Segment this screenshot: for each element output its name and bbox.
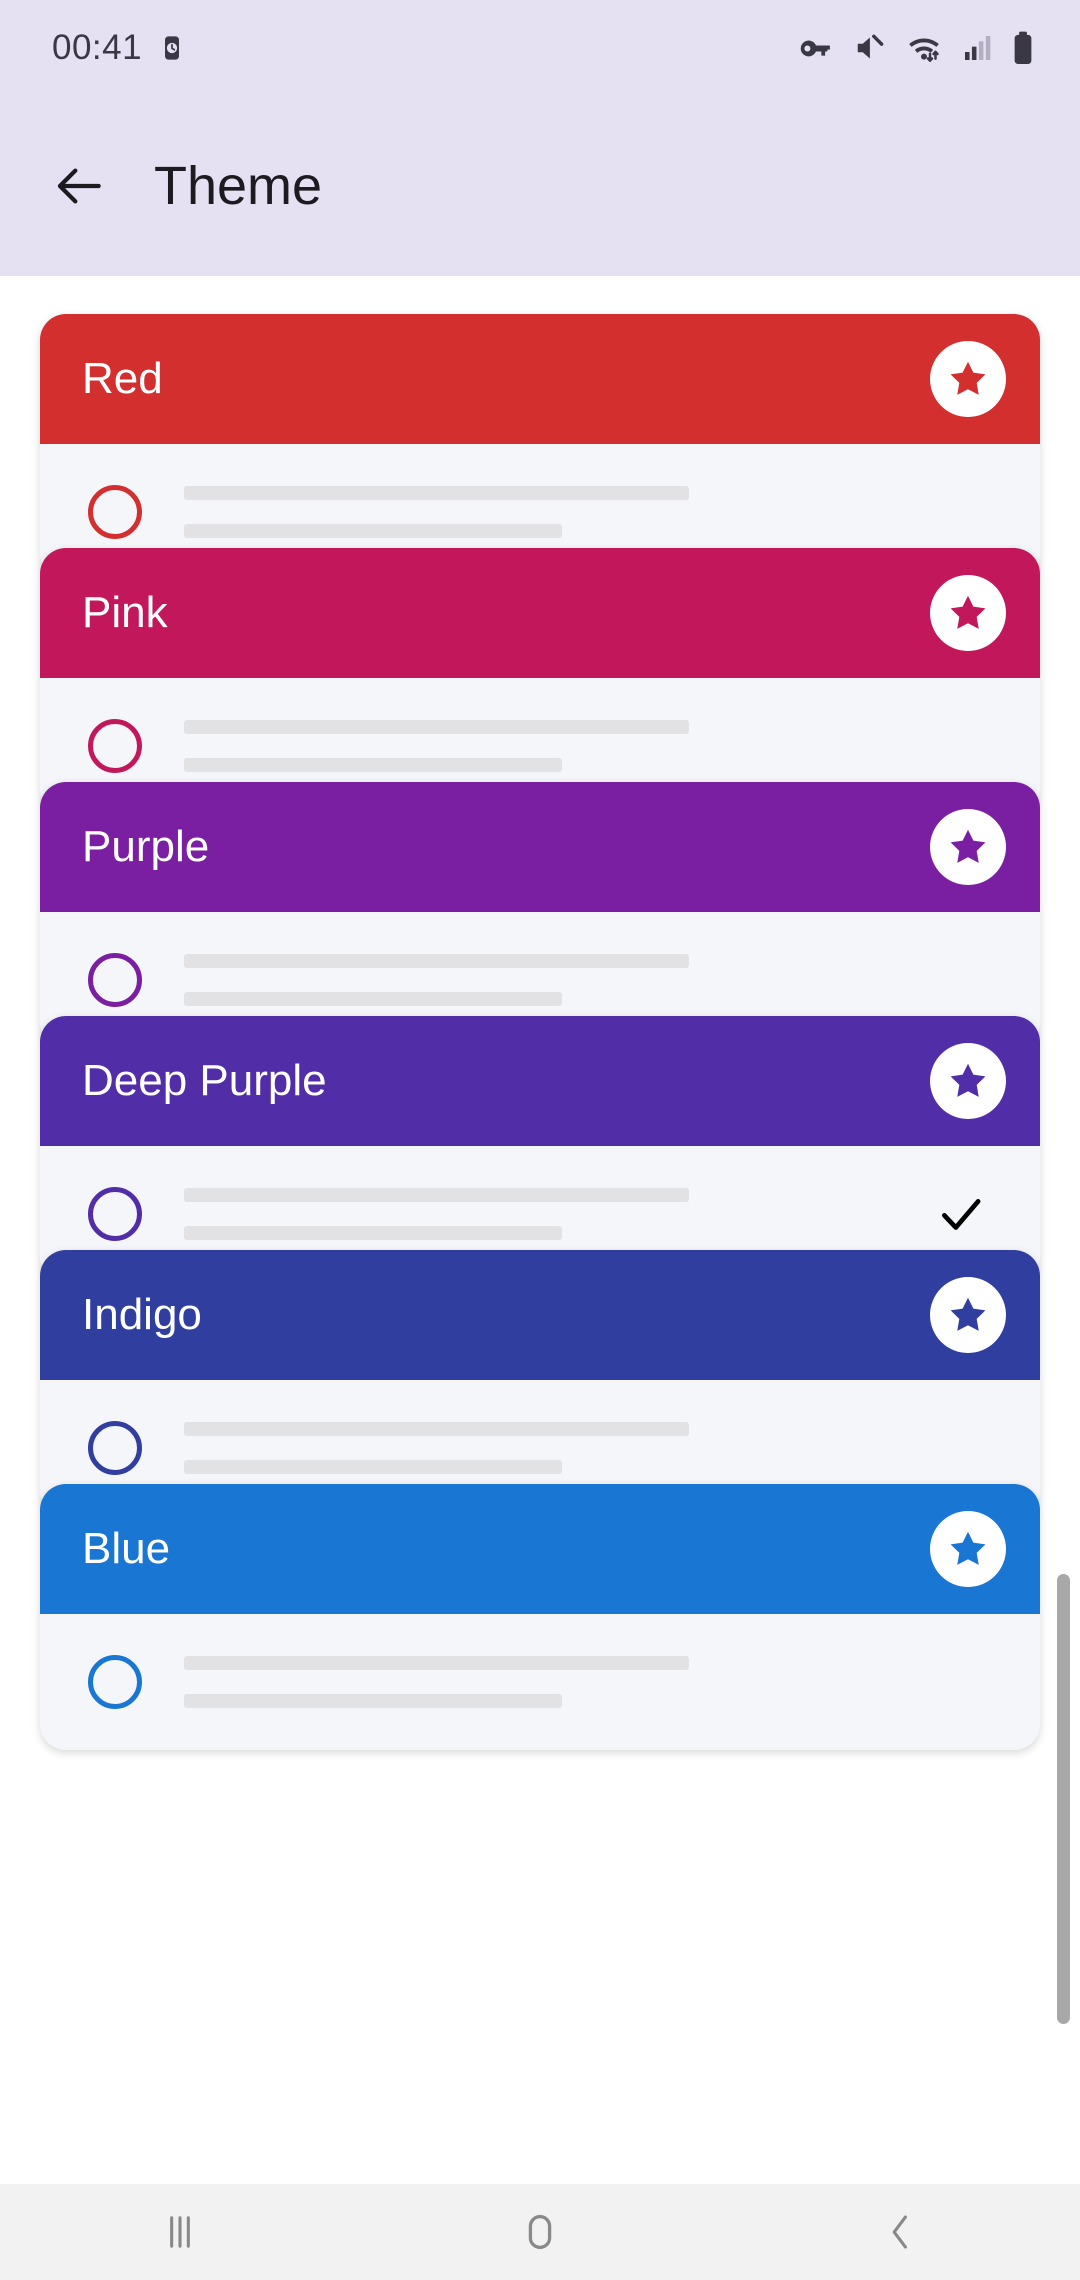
- theme-name: Deep Purple: [82, 1056, 327, 1105]
- placeholder-lines: [184, 486, 926, 538]
- star-icon: [950, 1531, 986, 1565]
- placeholder-lines: [184, 1422, 926, 1474]
- star-icon: [950, 1297, 986, 1331]
- theme-card-header[interactable]: Blue: [40, 1484, 1040, 1614]
- star-icon: [950, 829, 986, 863]
- favorite-star-button[interactable]: [930, 1043, 1006, 1119]
- theme-card-pink[interactable]: Pink: [40, 548, 1040, 814]
- placeholder-line: [184, 1422, 689, 1436]
- placeholder-line: [184, 1460, 563, 1474]
- status-clock: 00:41: [52, 28, 143, 67]
- scrollbar-track[interactable]: [1057, 276, 1076, 2184]
- placeholder-line: [184, 1694, 563, 1708]
- favorite-star-button[interactable]: [930, 575, 1006, 651]
- theme-card-purple[interactable]: Purple: [40, 782, 1040, 1048]
- selected-check-slot: [926, 1187, 996, 1241]
- theme-name: Purple: [82, 822, 210, 871]
- chevron-left-icon: [892, 2215, 907, 2249]
- favorite-star-button[interactable]: [930, 1277, 1006, 1353]
- placeholder-line: [184, 1656, 689, 1670]
- wifi-icon: [904, 28, 944, 68]
- theme-name: Indigo: [82, 1290, 202, 1339]
- navigate-up-button[interactable]: [48, 154, 112, 218]
- radio-unchecked-icon[interactable]: [88, 1187, 142, 1241]
- recents-icon: [170, 2216, 190, 2248]
- placeholder-line: [184, 1226, 563, 1240]
- placeholder-lines: [184, 1656, 926, 1708]
- theme-card-header[interactable]: Red: [40, 314, 1040, 444]
- scrollbar-thumb[interactable]: [1057, 1574, 1070, 2024]
- phone-screen: 00:41 Theme Red Pink Purple Deep Purple …: [0, 0, 1080, 2280]
- radio-unchecked-icon[interactable]: [88, 719, 142, 773]
- home-button[interactable]: [440, 2184, 640, 2280]
- system-navigation-bar: [0, 2184, 1080, 2280]
- back-button[interactable]: [800, 2184, 1000, 2280]
- placeholder-line: [184, 954, 689, 968]
- placeholder-line: [184, 524, 563, 538]
- theme-card-header[interactable]: Deep Purple: [40, 1016, 1040, 1146]
- theme-name: Pink: [82, 588, 168, 637]
- placeholder-line: [184, 758, 563, 772]
- star-icon: [950, 595, 986, 629]
- theme-card-deep-purple[interactable]: Deep Purple: [40, 1016, 1040, 1282]
- mute-icon: [851, 30, 887, 66]
- theme-card-red[interactable]: Red: [40, 314, 1040, 580]
- theme-name: Red: [82, 354, 163, 403]
- recents-button[interactable]: [80, 2184, 280, 2280]
- page-title: Theme: [154, 156, 323, 216]
- radio-unchecked-icon[interactable]: [88, 1421, 142, 1475]
- theme-card-indigo[interactable]: Indigo: [40, 1250, 1040, 1516]
- theme-card-body[interactable]: [40, 1614, 1040, 1750]
- placeholder-lines: [184, 720, 926, 772]
- check-icon: [941, 1199, 981, 1230]
- theme-list[interactable]: Red Pink Purple Deep Purple Indigo Blue: [0, 276, 1080, 2184]
- status-bar: 00:41: [0, 0, 1080, 96]
- vpn-key-icon: [796, 29, 834, 67]
- arrow-left-icon: [57, 168, 101, 204]
- star-icon: [950, 1063, 986, 1097]
- radio-unchecked-icon[interactable]: [88, 485, 142, 539]
- favorite-star-button[interactable]: [930, 809, 1006, 885]
- radio-unchecked-icon[interactable]: [88, 953, 142, 1007]
- placeholder-line: [184, 992, 563, 1006]
- placeholder-line: [184, 486, 689, 500]
- theme-card-header[interactable]: Pink: [40, 548, 1040, 678]
- theme-card-header[interactable]: Purple: [40, 782, 1040, 912]
- battery-icon: [1010, 31, 1036, 65]
- placeholder-line: [184, 720, 689, 734]
- star-icon: [950, 361, 986, 395]
- favorite-star-button[interactable]: [930, 341, 1006, 417]
- theme-card-blue[interactable]: Blue: [40, 1484, 1040, 1750]
- status-bar-right: [796, 28, 1036, 68]
- favorite-star-button[interactable]: [930, 1511, 1006, 1587]
- status-bar-left: 00:41: [52, 28, 186, 68]
- placeholder-lines: [184, 1188, 926, 1240]
- home-icon: [528, 2214, 552, 2250]
- placeholder-lines: [184, 954, 926, 1006]
- app-bar: Theme: [0, 96, 1080, 276]
- alarm-icon: [158, 34, 186, 62]
- radio-unchecked-icon[interactable]: [88, 1655, 142, 1709]
- placeholder-line: [184, 1188, 689, 1202]
- theme-name: Blue: [82, 1524, 171, 1573]
- theme-card-header[interactable]: Indigo: [40, 1250, 1040, 1380]
- cellular-signal-icon: [961, 32, 993, 64]
